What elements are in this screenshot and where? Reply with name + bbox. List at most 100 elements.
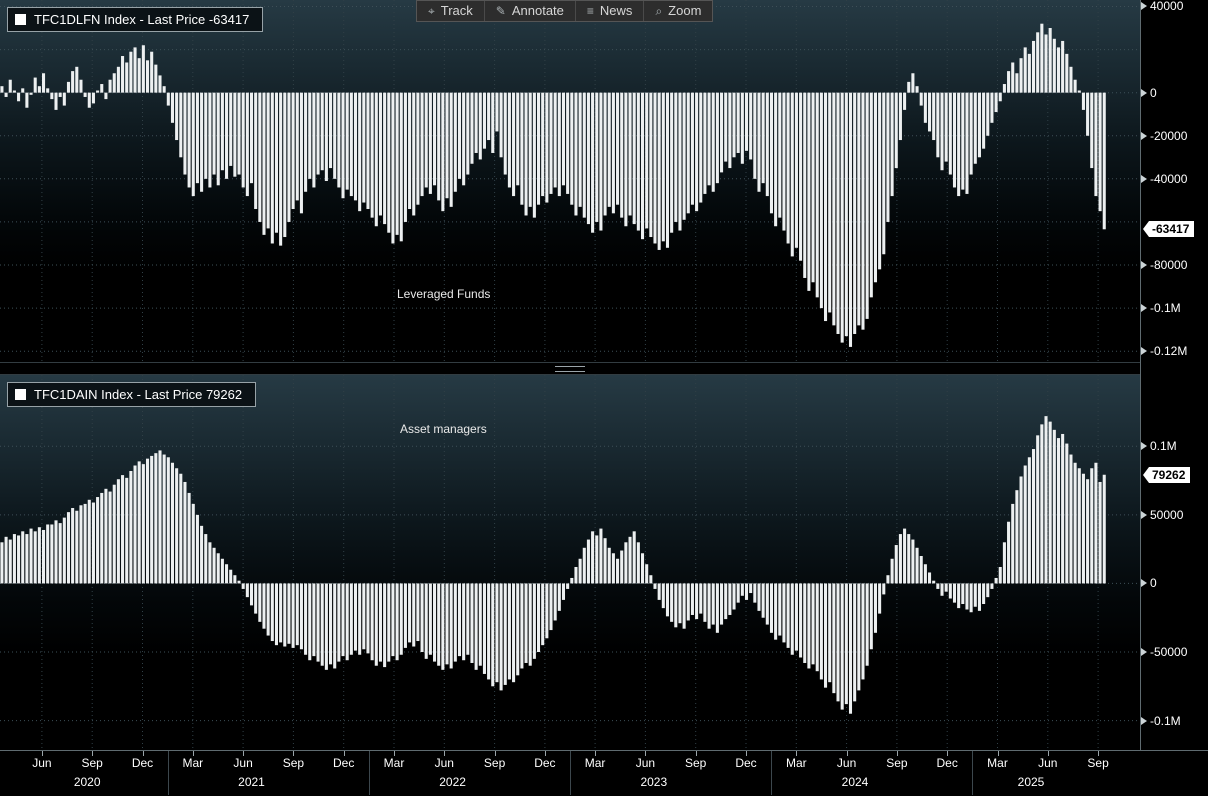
bar [50,524,53,583]
bar [250,583,253,605]
bar [379,93,382,216]
x-axis[interactable]: JunSepDecMarJunSepDecMarJunSepDecMarJunS… [0,750,1208,796]
bar [1065,444,1068,584]
bar [978,93,981,158]
bar [329,583,332,664]
bar [903,93,906,110]
bar [134,466,137,584]
bar [616,559,619,584]
bar [1024,466,1027,584]
bar [791,583,794,654]
bar [907,534,910,583]
bar [462,583,465,660]
bar [949,583,952,598]
bar [92,93,95,104]
bar [716,583,719,632]
bar [624,542,627,583]
x-axis-month-label: Mar [384,756,405,770]
bar [495,93,498,132]
bar [695,93,698,212]
zoom-button[interactable]: ⌕ Zoom [644,1,712,21]
axis-tick-icon [1141,304,1147,312]
bar [321,583,324,665]
bar [300,583,303,649]
series-annotation-leveraged-funds: Leveraged Funds [397,287,490,301]
bar [1074,463,1077,584]
bar [574,93,577,216]
panel-splitter[interactable] [0,362,1140,375]
track-button[interactable]: ⌖ Track [417,1,485,21]
bar [1094,93,1097,196]
y-axis-label: 0.1M [1141,439,1177,453]
bar [462,93,465,186]
bar [620,551,623,584]
bar [350,583,353,654]
bar [30,529,33,584]
bar [995,578,998,583]
y-axis[interactable]: 400000-20000-40000-80000-0.1M-0.12M-6341… [1141,0,1208,750]
bar [874,583,877,632]
year-separator [972,751,973,795]
bar [928,93,931,132]
axis-tick-icon [1141,261,1147,269]
bar [525,93,528,216]
bar [142,45,145,92]
bar [924,564,927,583]
bar [562,93,565,186]
bar [1032,41,1035,93]
year-separator [369,751,370,795]
bar [745,583,748,599]
x-axis-month-label: Jun [1038,756,1057,770]
bar [441,93,444,212]
bar [54,93,57,110]
bar [38,527,41,583]
bar [150,52,153,93]
bar [292,93,295,209]
bar [778,93,781,218]
bar [125,478,128,584]
x-axis-month-label: Dec [132,756,153,770]
bar [608,548,611,584]
bar [34,531,37,583]
bar [1049,28,1052,93]
bar [34,78,37,93]
y-axis-label-text: -0.1M [1150,301,1181,315]
bar [59,523,62,583]
bar [554,93,557,188]
bar [733,93,736,158]
bar [1044,416,1047,583]
legend-leveraged-funds[interactable]: TFC1DLFN Index - Last Price -63417 [7,7,263,32]
bar [1090,93,1093,168]
bar [753,93,756,179]
bar [1099,482,1102,583]
x-axis-month-label: Mar [585,756,606,770]
bar [258,583,261,621]
bar [429,583,432,654]
bar [645,93,648,229]
bar [408,583,411,642]
bar [200,93,203,192]
panel-asset-managers: Asset managers TFC1DAIN Index - Last Pri… [0,375,1140,748]
legend-swatch-icon [15,14,26,25]
legend-asset-managers[interactable]: TFC1DAIN Index - Last Price 79262 [7,382,256,407]
y-axis-label-text: -20000 [1150,129,1187,143]
bar [916,548,919,584]
bar [175,93,178,140]
bar [920,556,923,583]
bar [400,93,403,242]
bar [687,583,690,620]
bar [1049,422,1052,584]
x-axis-year-label: 2020 [74,775,101,789]
bar [146,60,149,92]
bar [820,583,823,679]
legend-swatch-icon [15,389,26,400]
bar [1053,430,1056,584]
bar [961,583,964,604]
bar [599,93,602,231]
news-icon: ≡ [587,3,594,19]
bar [629,537,632,584]
tag-notch-icon [1143,467,1149,483]
news-button[interactable]: ≡ News [576,1,645,21]
tag-notch-icon [1143,221,1149,237]
annotate-button[interactable]: ✎ Annotate [485,1,576,21]
